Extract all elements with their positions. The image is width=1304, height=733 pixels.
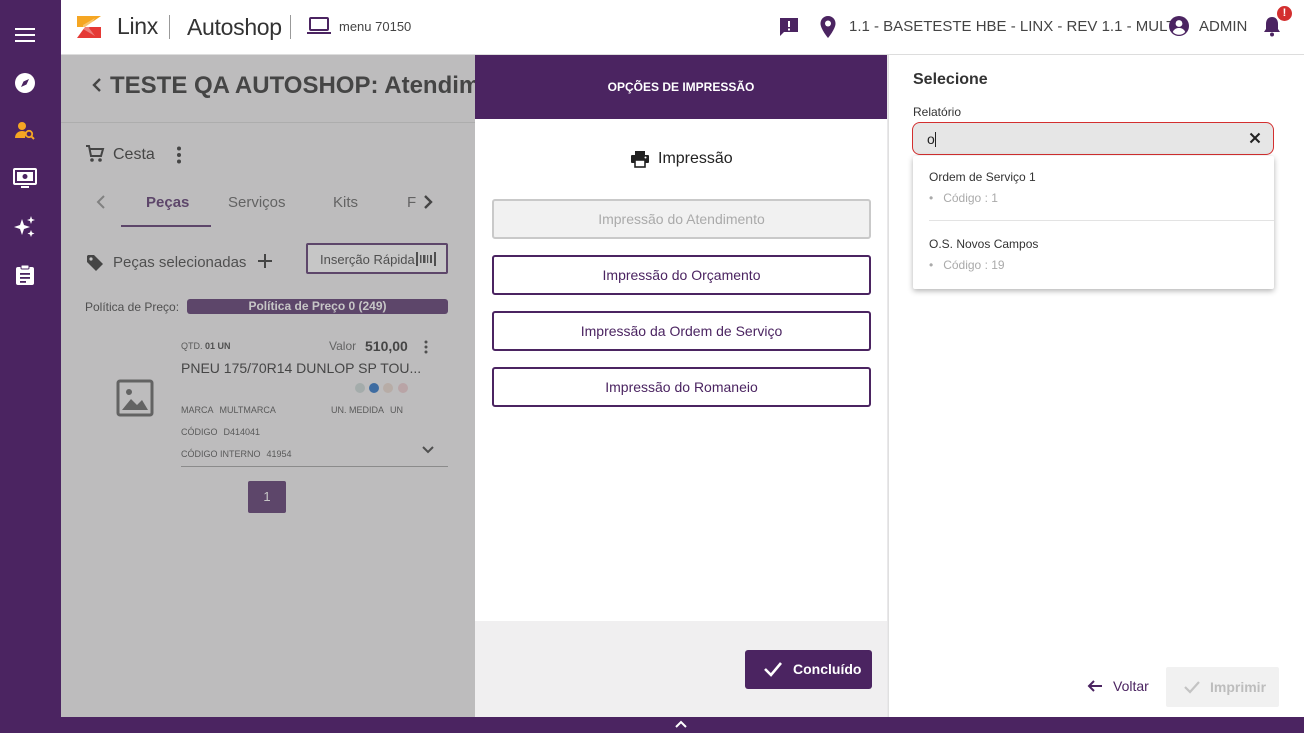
location-pin-icon[interactable] <box>819 15 837 39</box>
divider <box>929 220 1274 221</box>
print-budget-button[interactable]: Impressão do Orçamento <box>492 255 871 295</box>
report-select-panel: Selecione Relatório o Ordem de Serviço 1… <box>888 55 1304 717</box>
dialog-footer: Concluído <box>475 621 887 717</box>
check-icon <box>763 660 783 678</box>
done-button[interactable]: Concluído <box>745 650 872 689</box>
print-packing-list-button[interactable]: Impressão do Romaneio <box>492 367 871 407</box>
option-code: • Código : 1 <box>929 191 998 205</box>
feedback-icon[interactable] <box>778 16 800 38</box>
report-field-label: Relatório <box>913 105 962 119</box>
print-options-dialog: OPÇÕES DE IMPRESSÃO Impressão Impressão … <box>475 55 887 717</box>
user-name[interactable]: ADMIN <box>1199 18 1247 35</box>
brand-name: Linx <box>117 13 158 39</box>
print-heading: Impressão <box>658 150 733 167</box>
clear-icon[interactable] <box>1249 132 1261 144</box>
laptop-icon[interactable] <box>307 16 331 36</box>
sidebar <box>0 0 61 733</box>
option-code: • Código : 19 <box>929 258 1005 272</box>
user-search-icon[interactable] <box>12 118 38 144</box>
top-bar: Linx Autoshop menu 70150 1.1 - BASETESTE… <box>61 0 1304 55</box>
report-options-dropdown: Ordem de Serviço 1 • Código : 1 O.S. Nov… <box>913 156 1274 289</box>
sparkles-icon[interactable] <box>12 214 38 240</box>
divider <box>169 15 170 39</box>
option-code-value: Código : 19 <box>943 258 1005 272</box>
product-name: Autoshop <box>187 14 282 40</box>
company-selector[interactable]: 1.1 - BASETESTE HBE - LINX - REV 1.1 - M… <box>849 18 1175 35</box>
panel-title: Selecione <box>913 71 988 88</box>
bottom-bar <box>61 717 1304 733</box>
compass-icon[interactable] <box>12 70 38 96</box>
done-label: Concluído <box>793 661 862 677</box>
search-value: o <box>927 131 935 147</box>
back-label: Voltar <box>1113 678 1149 694</box>
clipboard-icon[interactable] <box>12 262 38 288</box>
printer-icon <box>630 150 650 168</box>
text-caret <box>934 132 936 147</box>
arrow-left-icon <box>1087 679 1103 693</box>
modal-backdrop[interactable] <box>61 55 475 717</box>
print-button[interactable]: Imprimir <box>1166 667 1279 707</box>
option-code-value: Código : 1 <box>943 191 998 205</box>
print-attendance-button[interactable]: Impressão do Atendimento <box>492 199 871 239</box>
menu-icon[interactable] <box>12 22 38 48</box>
monitor-icon[interactable] <box>12 166 38 192</box>
report-search-input[interactable]: o <box>912 122 1274 155</box>
notification-badge: ! <box>1277 6 1292 21</box>
dialog-header: OPÇÕES DE IMPRESSÃO <box>475 55 887 119</box>
linx-logo-icon <box>75 14 103 40</box>
option-name: Ordem de Serviço 1 <box>929 170 1036 184</box>
divider <box>290 15 291 39</box>
check-icon <box>1183 679 1201 695</box>
option-name: O.S. Novos Campos <box>929 237 1039 251</box>
report-option[interactable]: O.S. Novos Campos • Código : 19 <box>913 223 1274 285</box>
print-label: Imprimir <box>1210 679 1267 695</box>
menu-code: menu 70150 <box>339 19 412 34</box>
report-option[interactable]: Ordem de Serviço 1 • Código : 1 <box>913 156 1274 221</box>
chevron-up-icon[interactable] <box>674 719 688 729</box>
print-service-order-button[interactable]: Impressão da Ordem de Serviço <box>492 311 871 351</box>
user-avatar-icon[interactable] <box>1168 15 1190 37</box>
